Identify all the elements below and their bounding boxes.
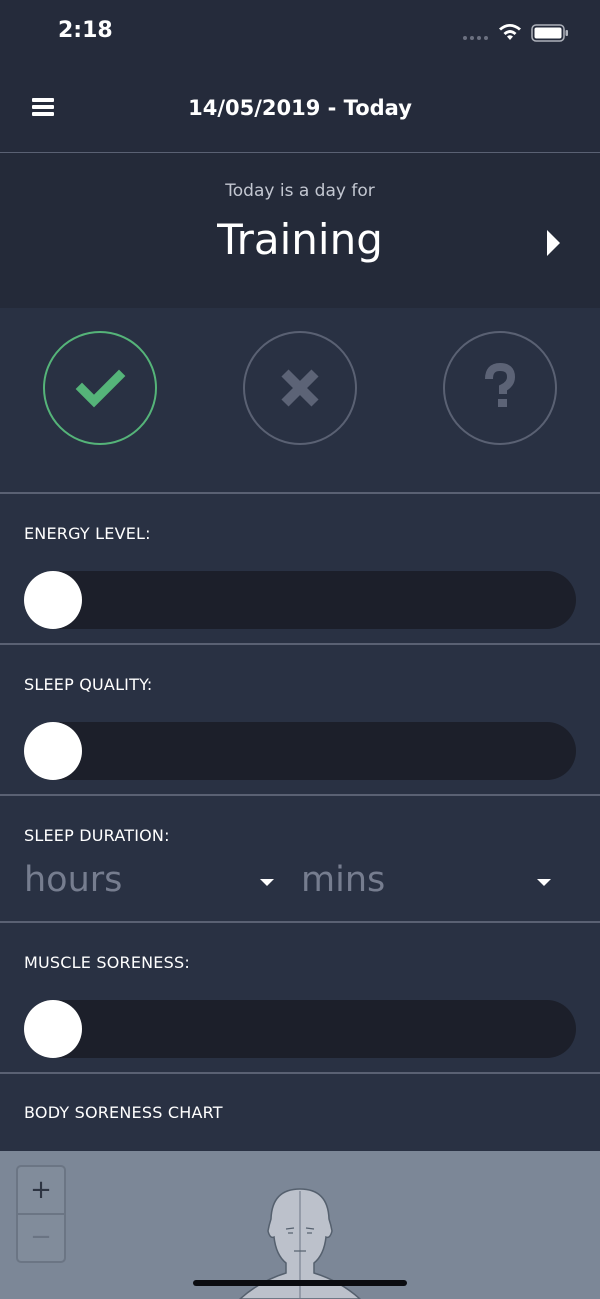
body-chart-label: BODY SORENESS CHART	[24, 1103, 223, 1122]
zoom-in-button[interactable]: +	[18, 1167, 64, 1215]
day-type-panel: Today is a day for Training	[0, 153, 600, 308]
day-type-value: Training	[217, 215, 383, 264]
page-title: 14/05/2019 - Today	[188, 96, 412, 120]
status-time: 2:18	[58, 18, 113, 43]
sleep-quality-label: SLEEP QUALITY:	[24, 675, 153, 694]
day-type-subtitle: Today is a day for	[225, 181, 375, 201]
choice-yes-button[interactable]	[43, 331, 157, 445]
sleep-quality-section: SLEEP QUALITY:	[0, 645, 600, 796]
wifi-icon	[499, 24, 521, 40]
energy-level-slider-thumb[interactable]	[24, 571, 82, 629]
sleep-duration-label: SLEEP DURATION:	[24, 826, 170, 845]
energy-level-slider[interactable]	[24, 571, 576, 629]
sleep-duration-section: SLEEP DURATION: hours mins	[0, 796, 600, 923]
sleep-quality-slider-thumb[interactable]	[24, 722, 82, 780]
zoom-out-button[interactable]: −	[18, 1214, 64, 1260]
question-icon	[485, 362, 516, 407]
chevron-right-icon[interactable]	[547, 230, 560, 256]
mins-select[interactable]: mins	[301, 860, 385, 900]
cross-icon	[281, 369, 319, 407]
readiness-choices	[0, 308, 600, 494]
mins-dropdown-icon[interactable]	[537, 879, 551, 886]
hours-dropdown-icon[interactable]	[260, 879, 274, 886]
body-soreness-chart[interactable]: + −	[0, 1151, 600, 1299]
energy-level-label: ENERGY LEVEL:	[24, 524, 151, 543]
battery-icon	[531, 24, 568, 42]
choice-unsure-button[interactable]	[443, 331, 557, 445]
body-chart-section: BODY SORENESS CHART	[0, 1074, 600, 1151]
status-bar: 2:18	[0, 0, 600, 64]
check-icon	[75, 369, 126, 408]
muscle-soreness-slider-thumb[interactable]	[24, 1000, 82, 1058]
muscle-soreness-label: MUSCLE SORENESS:	[24, 953, 190, 972]
sleep-quality-slider[interactable]	[24, 722, 576, 780]
zoom-controls: + −	[16, 1165, 66, 1263]
app-header: 14/05/2019 - Today	[0, 64, 600, 154]
muscle-soreness-slider[interactable]	[24, 1000, 576, 1058]
hours-select[interactable]: hours	[24, 860, 122, 900]
body-figure-icon[interactable]	[200, 1151, 400, 1299]
muscle-soreness-section: MUSCLE SORENESS:	[0, 923, 600, 1074]
choice-no-button[interactable]	[243, 331, 357, 445]
energy-level-section: ENERGY LEVEL:	[0, 494, 600, 645]
signal-dots-icon	[463, 36, 495, 41]
home-indicator[interactable]	[193, 1280, 407, 1286]
